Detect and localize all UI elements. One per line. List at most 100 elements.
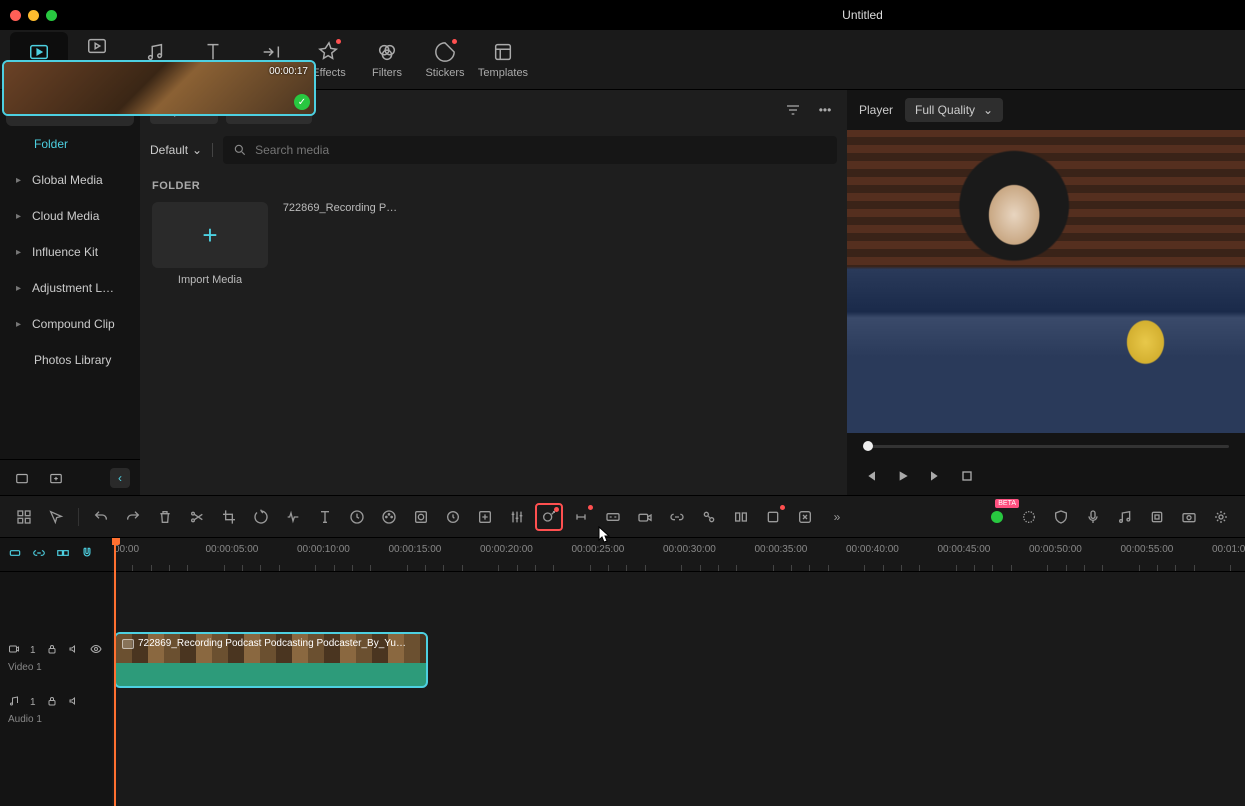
sidebar-item-compound-clip[interactable]: ▸Compound Clip	[6, 306, 134, 342]
sidebar-item-folder[interactable]: Folder	[6, 126, 134, 162]
marker-icon[interactable]	[759, 503, 787, 531]
mask-icon[interactable]	[407, 503, 435, 531]
shield-icon[interactable]	[1047, 503, 1075, 531]
sidebar-item-global-media[interactable]: ▸Global Media	[6, 162, 134, 198]
minimize-window-icon[interactable]	[28, 10, 39, 21]
more-options-icon[interactable]: •••	[813, 98, 837, 122]
sidebar-item-photos-library[interactable]: Photos Library	[6, 342, 134, 378]
camera-icon[interactable]	[631, 503, 659, 531]
tab-stickers[interactable]: Stickers	[416, 32, 474, 88]
media-clip-tile[interactable]: 00:00:17 ✓ 722869_Recording P…	[282, 202, 398, 286]
next-frame-button[interactable]	[927, 468, 943, 487]
video-track-header[interactable]: 1 Video 1	[0, 632, 112, 684]
playhead[interactable]	[114, 538, 116, 806]
mute-icon[interactable]	[68, 695, 80, 710]
sort-dropdown[interactable]: Default⌄	[150, 143, 213, 157]
undo-icon[interactable]	[87, 503, 115, 531]
snap-icon[interactable]	[8, 546, 22, 563]
crop-icon[interactable]	[215, 503, 243, 531]
ruler-tick: 00:00:45:00	[938, 544, 991, 555]
redo-icon[interactable]	[119, 503, 147, 531]
ruler-tick: 00:00:05:00	[206, 544, 259, 555]
sidebar-label: Global Media	[32, 173, 103, 187]
ruler-tick: 00:00:10:00	[297, 544, 350, 555]
magnet-icon[interactable]	[80, 546, 94, 563]
audio-beat-icon[interactable]	[279, 503, 307, 531]
scrub-thumb[interactable]	[863, 441, 873, 451]
preview-viewport[interactable]	[847, 130, 1245, 433]
sidebar-label: Folder	[34, 137, 68, 151]
search-input[interactable]	[255, 143, 827, 157]
render-icon[interactable]	[1015, 503, 1043, 531]
new-folder-icon[interactable]	[10, 466, 34, 490]
folder-heading: FOLDER	[140, 170, 847, 198]
smart-tool-icon[interactable]	[535, 503, 563, 531]
caret-right-icon: ▸	[16, 211, 26, 222]
clip-used-check-icon: ✓	[294, 94, 310, 110]
play-button[interactable]	[895, 468, 911, 487]
filters-icon	[376, 41, 398, 63]
caption-icon[interactable]	[599, 503, 627, 531]
trim-icon[interactable]	[567, 503, 595, 531]
prev-frame-button[interactable]	[863, 468, 879, 487]
music-icon[interactable]	[1111, 503, 1139, 531]
keyframe-icon[interactable]	[439, 503, 467, 531]
select-tool-icon[interactable]	[42, 503, 70, 531]
link-toggle-icon[interactable]	[32, 546, 46, 563]
stop-button[interactable]	[959, 468, 975, 487]
sort-label: Default	[150, 143, 188, 157]
mute-icon[interactable]	[68, 643, 80, 658]
clip-thumbnail	[4, 62, 314, 114]
rotate-icon[interactable]	[247, 503, 275, 531]
snapshot-icon[interactable]	[1175, 503, 1203, 531]
tab-templates[interactable]: Templates	[474, 32, 532, 88]
ripple-icon[interactable]	[56, 546, 70, 563]
tab-filters[interactable]: Filters	[358, 32, 416, 88]
filter-icon[interactable]	[781, 98, 805, 122]
split-icon[interactable]	[183, 503, 211, 531]
close-window-icon[interactable]	[10, 10, 21, 21]
delete-icon[interactable]	[151, 503, 179, 531]
layout-icon[interactable]	[727, 503, 755, 531]
visibility-icon[interactable]	[90, 643, 102, 658]
ruler-tick: 00:01:00:00	[1212, 544, 1245, 555]
audio-track-icon	[8, 695, 20, 710]
quality-dropdown[interactable]: Full Quality⌄	[905, 98, 1003, 122]
lock-icon[interactable]	[46, 695, 58, 710]
timeline-tracks[interactable]: 00:0000:00:05:0000:00:10:0000:00:15:0000…	[112, 538, 1245, 806]
search-field[interactable]	[223, 136, 837, 164]
settings-icon[interactable]	[1207, 503, 1235, 531]
sidebar-item-influence-kit[interactable]: ▸Influence Kit	[6, 234, 134, 270]
ai-tools-icon[interactable]: BETA	[983, 503, 1011, 531]
time-ruler[interactable]: 00:0000:00:05:0000:00:10:0000:00:15:0000…	[112, 538, 1245, 572]
collapse-sidebar-button[interactable]: ‹	[110, 468, 130, 488]
microphone-icon[interactable]	[1079, 503, 1107, 531]
color-icon[interactable]	[375, 503, 403, 531]
grid-view-icon[interactable]	[10, 503, 38, 531]
notification-dot-icon	[588, 505, 593, 510]
lock-icon[interactable]	[46, 643, 58, 658]
sidebar-item-cloud-media[interactable]: ▸Cloud Media	[6, 198, 134, 234]
media-sidebar: ▾Project Media Folder ▸Global Media ▸Clo…	[0, 90, 140, 495]
adjust-icon[interactable]	[503, 503, 531, 531]
maximize-window-icon[interactable]	[46, 10, 57, 21]
sidebar-label: Photos Library	[34, 353, 111, 367]
thumb-label: Import Media	[178, 274, 242, 286]
scrub-bar[interactable]	[847, 433, 1245, 459]
new-bin-icon[interactable]	[44, 466, 68, 490]
text-icon[interactable]	[311, 503, 339, 531]
group-icon[interactable]	[695, 503, 723, 531]
audio-track-header[interactable]: 1 Audio 1	[0, 684, 112, 736]
ruler-tick: 00:00:15:00	[389, 544, 442, 555]
ruler-tick: 00:00:50:00	[1029, 544, 1082, 555]
mixer-icon[interactable]	[1143, 503, 1171, 531]
caret-right-icon: ▸	[16, 283, 26, 294]
sidebar-item-adjustment-layer[interactable]: ▸Adjustment L…	[6, 270, 134, 306]
speed-icon[interactable]	[343, 503, 371, 531]
link-icon[interactable]	[663, 503, 691, 531]
import-media-tile[interactable]: + Import Media	[152, 202, 268, 286]
overflow-icon[interactable]: »	[823, 503, 851, 531]
video-clip[interactable]: 722869_Recording Podcast Podcasting Podc…	[114, 632, 428, 688]
enhance-icon[interactable]	[471, 503, 499, 531]
auto-icon[interactable]	[791, 503, 819, 531]
